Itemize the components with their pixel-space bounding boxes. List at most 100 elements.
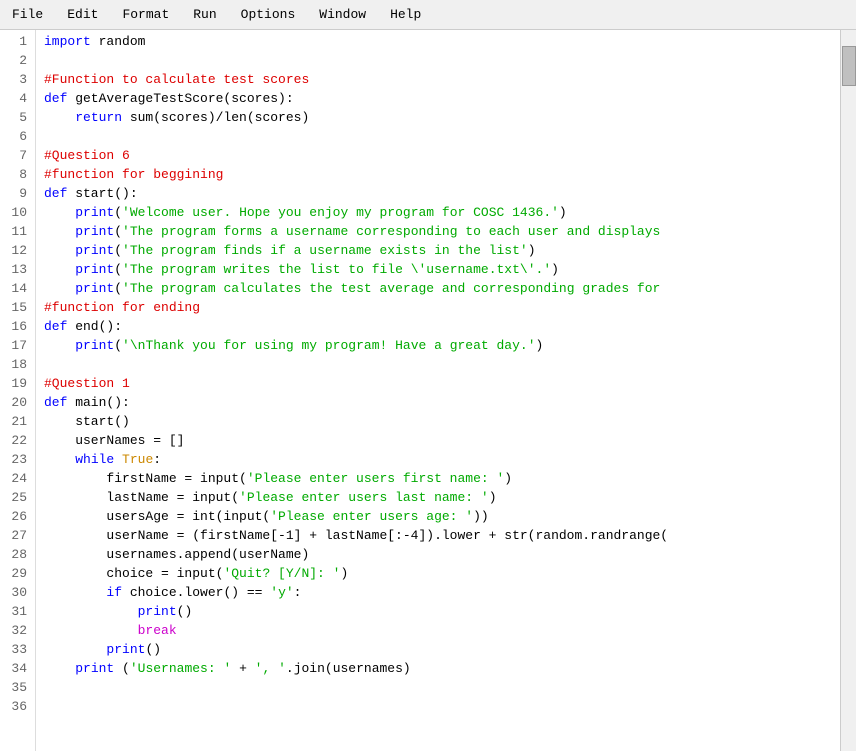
menu-file[interactable]: File bbox=[8, 5, 47, 24]
token-fn-black: ( bbox=[114, 205, 122, 220]
token-fn-black bbox=[44, 642, 106, 657]
token-kw-orange: True bbox=[122, 452, 153, 467]
token-fn-black: start() bbox=[44, 414, 130, 429]
token-kw-blue: print bbox=[138, 604, 177, 619]
token-fn-black bbox=[44, 262, 75, 277]
token-fn-black bbox=[44, 623, 138, 638]
line-number: 23 bbox=[8, 450, 27, 469]
menu-run[interactable]: Run bbox=[189, 5, 220, 24]
line-numbers: 1234567891011121314151617181920212223242… bbox=[0, 30, 36, 751]
token-fn-black: ( bbox=[114, 338, 122, 353]
scrollbar[interactable] bbox=[840, 30, 856, 751]
token-str-green: 'Please enter users last name: ' bbox=[239, 490, 489, 505]
token-str-green: 'Please enter users first name: ' bbox=[247, 471, 504, 486]
token-fn-black: start(): bbox=[67, 186, 137, 201]
line-number: 25 bbox=[8, 488, 27, 507]
token-str-green: 'Welcome user. Hope you enjoy my program… bbox=[122, 205, 559, 220]
code-line: choice = input('Quit? [Y/N]: ') bbox=[44, 564, 840, 583]
token-fn-black bbox=[44, 585, 106, 600]
line-number: 30 bbox=[8, 583, 27, 602]
token-fn-black: ( bbox=[114, 243, 122, 258]
code-line: def end(): bbox=[44, 317, 840, 336]
line-number: 27 bbox=[8, 526, 27, 545]
code-line: print('Welcome user. Hope you enjoy my p… bbox=[44, 203, 840, 222]
menu-options[interactable]: Options bbox=[237, 5, 300, 24]
code-content[interactable]: import random #Function to calculate tes… bbox=[36, 30, 840, 751]
token-comment-red: #function for ending bbox=[44, 300, 200, 315]
token-kw-blue: print bbox=[75, 243, 114, 258]
scrollbar-thumb[interactable] bbox=[842, 46, 856, 86]
code-line: print('The program calculates the test a… bbox=[44, 279, 840, 298]
code-line: #function for beggining bbox=[44, 165, 840, 184]
line-number: 31 bbox=[8, 602, 27, 621]
line-number: 4 bbox=[8, 89, 27, 108]
token-comment-red: #Question 6 bbox=[44, 148, 130, 163]
line-number: 15 bbox=[8, 298, 27, 317]
code-line: print() bbox=[44, 602, 840, 621]
token-fn-black: ( bbox=[114, 661, 130, 676]
main-window: File Edit Format Run Options Window Help… bbox=[0, 0, 856, 751]
code-line: break bbox=[44, 621, 840, 640]
code-line: while True: bbox=[44, 450, 840, 469]
token-kw-blue: import bbox=[44, 34, 91, 49]
token-fn-black: ) bbox=[340, 566, 348, 581]
code-line: userName = (firstName[-1] + lastName[:-4… bbox=[44, 526, 840, 545]
menu-help[interactable]: Help bbox=[386, 5, 425, 24]
line-number: 20 bbox=[8, 393, 27, 412]
token-fn-black: lastName = input( bbox=[44, 490, 239, 505]
token-fn-black bbox=[44, 110, 75, 125]
token-kw-blue: print bbox=[106, 642, 145, 657]
line-number: 8 bbox=[8, 165, 27, 184]
token-fn-black: : bbox=[294, 585, 302, 600]
menu-format[interactable]: Format bbox=[118, 5, 173, 24]
token-str-green: 'Quit? [Y/N]: ' bbox=[223, 566, 340, 581]
token-fn-black: ) bbox=[528, 243, 536, 258]
token-fn-black: choice = input( bbox=[44, 566, 223, 581]
token-fn-black bbox=[44, 281, 75, 296]
token-fn-black: ) bbox=[489, 490, 497, 505]
code-line: print('The program writes the list to fi… bbox=[44, 260, 840, 279]
code-line bbox=[44, 697, 840, 716]
code-line: start() bbox=[44, 412, 840, 431]
line-number: 16 bbox=[8, 317, 27, 336]
code-line bbox=[44, 355, 840, 374]
line-number: 36 bbox=[8, 697, 27, 716]
token-kw-blue: def bbox=[44, 395, 67, 410]
code-line: import random bbox=[44, 32, 840, 51]
token-kw-blue: def bbox=[44, 186, 67, 201]
code-line bbox=[44, 127, 840, 146]
token-fn-black bbox=[44, 243, 75, 258]
code-line bbox=[44, 678, 840, 697]
code-line: def getAverageTestScore(scores): bbox=[44, 89, 840, 108]
token-kw-purple: break bbox=[138, 623, 177, 638]
token-fn-black: ) bbox=[559, 205, 567, 220]
token-fn-black: firstName = input( bbox=[44, 471, 247, 486]
code-line: print('\nThank you for using my program!… bbox=[44, 336, 840, 355]
token-str-green: ', ' bbox=[255, 661, 286, 676]
token-kw-blue: while bbox=[75, 452, 114, 467]
line-number: 18 bbox=[8, 355, 27, 374]
code-line: firstName = input('Please enter users fi… bbox=[44, 469, 840, 488]
menu-window[interactable]: Window bbox=[315, 5, 370, 24]
token-fn-black bbox=[114, 452, 122, 467]
token-str-green: 'The program forms a username correspond… bbox=[122, 224, 660, 239]
code-line: userNames = [] bbox=[44, 431, 840, 450]
token-fn-black bbox=[44, 205, 75, 220]
line-number: 34 bbox=[8, 659, 27, 678]
code-line: #Function to calculate test scores bbox=[44, 70, 840, 89]
token-kw-blue: print bbox=[75, 281, 114, 296]
code-line: def start(): bbox=[44, 184, 840, 203]
token-fn-black: userName = (firstName[-1] + lastName[:-4… bbox=[44, 528, 668, 543]
token-str-green: 'y' bbox=[270, 585, 293, 600]
code-line: usersAge = int(input('Please enter users… bbox=[44, 507, 840, 526]
code-line: print ('Usernames: ' + ', '.join(usernam… bbox=[44, 659, 840, 678]
line-number: 11 bbox=[8, 222, 27, 241]
line-number: 24 bbox=[8, 469, 27, 488]
token-str-green: '\nThank you for using my program! Have … bbox=[122, 338, 535, 353]
line-number: 19 bbox=[8, 374, 27, 393]
token-fn-black: ) bbox=[504, 471, 512, 486]
token-fn-black: usernames.append(userName) bbox=[44, 547, 309, 562]
menu-edit[interactable]: Edit bbox=[63, 5, 102, 24]
line-number: 26 bbox=[8, 507, 27, 526]
line-number: 21 bbox=[8, 412, 27, 431]
